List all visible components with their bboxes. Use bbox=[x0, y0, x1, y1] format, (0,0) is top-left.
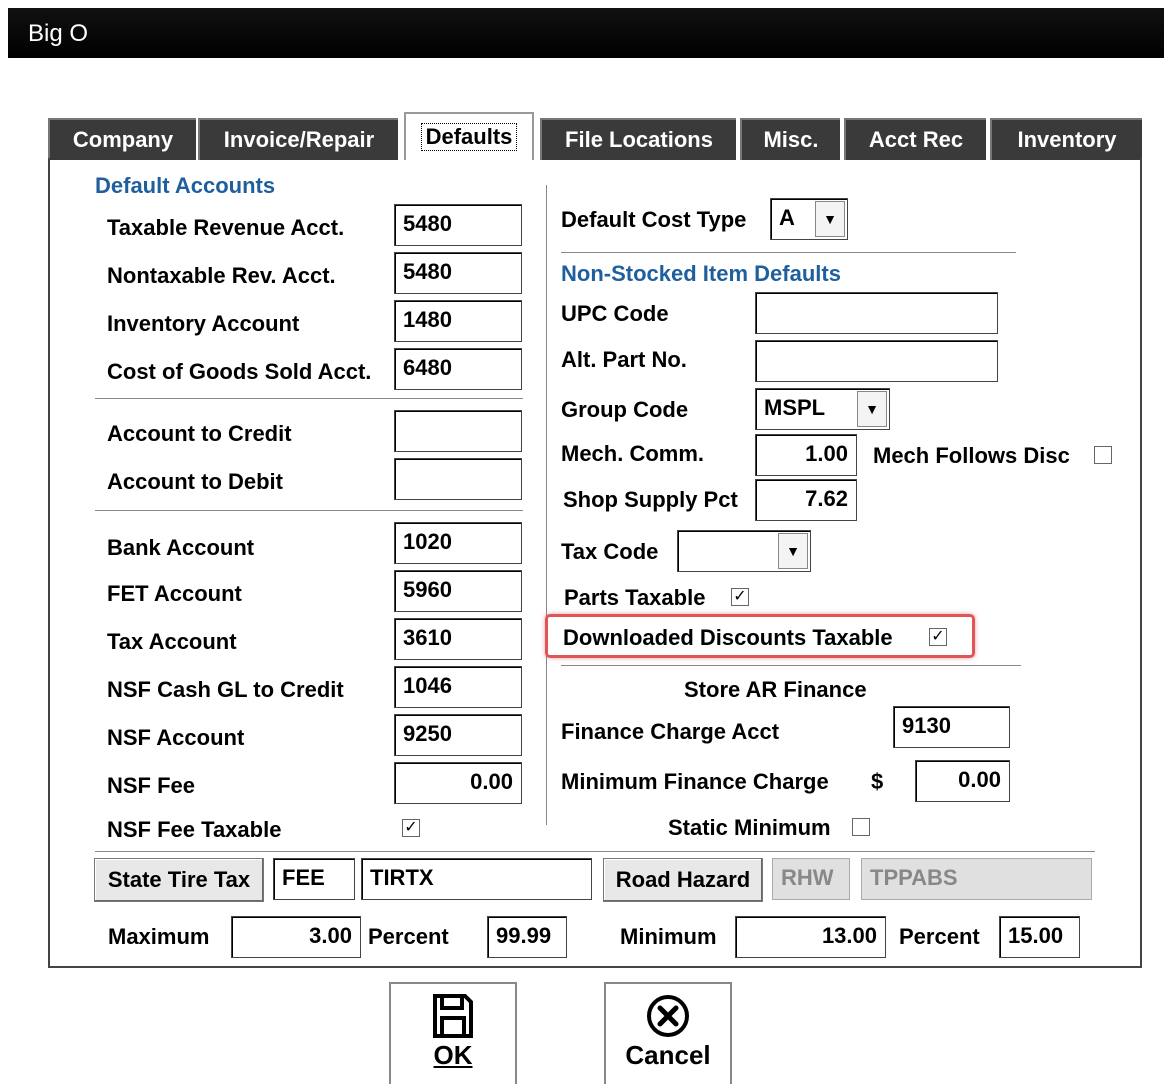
minimum-label: Minimum bbox=[620, 924, 717, 949]
divider bbox=[561, 665, 1021, 666]
fet-account-label: FET Account bbox=[107, 581, 242, 606]
mech-comm-field[interactable]: 1.00 bbox=[755, 434, 857, 476]
road-hazard-description-field: TPPABS bbox=[861, 858, 1092, 900]
chevron-down-icon[interactable]: ▼ bbox=[778, 533, 808, 569]
parts-taxable-label: Parts Taxable bbox=[564, 585, 706, 610]
tab-file-locations[interactable]: File Locations bbox=[540, 118, 736, 160]
cancel-icon bbox=[647, 995, 689, 1037]
tab-acct-rec[interactable]: Acct Rec bbox=[844, 118, 986, 160]
cogs-field[interactable]: 6480 bbox=[394, 348, 522, 390]
minimum-finance-charge-field[interactable]: 0.00 bbox=[915, 760, 1010, 802]
nsf-fee-label: NSF Fee bbox=[107, 773, 196, 798]
cogs-label: Cost of Goods Sold Acct. bbox=[107, 359, 372, 384]
divider bbox=[95, 510, 523, 511]
nsf-cash-gl-field[interactable]: 1046 bbox=[394, 666, 522, 708]
divider bbox=[95, 851, 1095, 852]
alt-part-no-field[interactable] bbox=[755, 340, 998, 382]
nsf-fee-field[interactable]: 0.00 bbox=[394, 762, 522, 804]
mech-follows-disc-label: Mech Follows Disc bbox=[873, 443, 1070, 468]
divider bbox=[561, 252, 1016, 253]
taxable-revenue-field[interactable]: 5480 bbox=[394, 204, 522, 246]
upc-code-field[interactable] bbox=[755, 292, 998, 334]
fet-account-field[interactable]: 5960 bbox=[394, 570, 522, 612]
finance-charge-acct-field[interactable]: 9130 bbox=[893, 706, 1010, 748]
static-minimum-label: Static Minimum bbox=[668, 815, 831, 840]
inventory-account-field[interactable]: 1480 bbox=[394, 300, 522, 342]
nsf-fee-taxable-label: NSF Fee Taxable bbox=[107, 817, 282, 842]
tax-code-select[interactable]: ▼ bbox=[677, 530, 811, 572]
ok-button[interactable]: OK bbox=[389, 982, 517, 1084]
state-tire-tax-code-field[interactable]: FEE bbox=[273, 858, 355, 900]
default-cost-type-select[interactable]: A ▼ bbox=[770, 198, 848, 240]
nsf-fee-taxable-checkbox[interactable]: ✓ bbox=[402, 819, 420, 837]
inventory-account-label: Inventory Account bbox=[107, 311, 300, 336]
percent2-label: Percent bbox=[899, 924, 980, 949]
taxable-revenue-label: Taxable Revenue Acct. bbox=[107, 215, 345, 240]
maximum-field[interactable]: 3.00 bbox=[231, 916, 361, 958]
bank-account-label: Bank Account bbox=[107, 535, 255, 560]
ok-label: OK bbox=[433, 1040, 473, 1070]
account-to-debit-label: Account to Debit bbox=[107, 469, 283, 494]
mech-comm-label: Mech. Comm. bbox=[561, 441, 705, 466]
mech-follows-disc-checkbox[interactable] bbox=[1094, 446, 1112, 464]
tax-account-field[interactable]: 3610 bbox=[394, 618, 522, 660]
percent-field[interactable]: 99.99 bbox=[487, 916, 567, 958]
alt-part-no-label: Alt. Part No. bbox=[561, 347, 687, 372]
cancel-button[interactable]: Cancel bbox=[604, 982, 732, 1084]
account-to-debit-field[interactable] bbox=[394, 458, 522, 500]
shop-supply-pct-field[interactable]: 7.62 bbox=[755, 479, 857, 521]
finance-charge-acct-label: Finance Charge Acct bbox=[561, 719, 780, 744]
state-tire-tax-description-field[interactable]: TIRTX bbox=[361, 858, 592, 900]
bank-account-field[interactable]: 1020 bbox=[394, 522, 522, 564]
default-accounts-heading: Default Accounts bbox=[95, 173, 276, 198]
nsf-account-label: NSF Account bbox=[107, 725, 245, 750]
divider bbox=[95, 398, 523, 399]
nsf-cash-gl-label: NSF Cash GL to Credit bbox=[107, 677, 344, 702]
group-code-label: Group Code bbox=[561, 397, 689, 422]
store-ar-finance-heading: Store AR Finance bbox=[684, 677, 867, 702]
nontaxable-revenue-label: Nontaxable Rev. Acct. bbox=[107, 263, 336, 288]
default-cost-type-label: Default Cost Type bbox=[561, 207, 747, 232]
save-icon bbox=[433, 994, 473, 1038]
minimum-field[interactable]: 13.00 bbox=[735, 916, 886, 958]
window-title: Big O bbox=[28, 20, 89, 47]
tab-misc[interactable]: Misc. bbox=[740, 118, 840, 160]
tab-inventory[interactable]: Inventory bbox=[990, 118, 1142, 160]
maximum-label: Maximum bbox=[108, 924, 210, 949]
column-divider bbox=[546, 185, 547, 825]
parts-taxable-checkbox[interactable]: ✓ bbox=[731, 588, 749, 606]
upc-code-label: UPC Code bbox=[561, 301, 669, 326]
cancel-label: Cancel bbox=[625, 1040, 711, 1070]
minimum-finance-charge-label: Minimum Finance Charge bbox=[561, 769, 829, 794]
state-tire-tax-button[interactable]: State Tire Tax bbox=[94, 858, 264, 902]
downloaded-discounts-taxable-label: Downloaded Discounts Taxable bbox=[563, 625, 893, 650]
group-code-select[interactable]: MSPL ▼ bbox=[755, 388, 890, 430]
chevron-down-icon[interactable]: ▼ bbox=[815, 201, 845, 237]
tab-defaults[interactable]: Defaults bbox=[404, 112, 534, 160]
downloaded-discounts-taxable-checkbox[interactable]: ✓ bbox=[929, 628, 947, 646]
title-bar: Big O bbox=[8, 8, 1164, 58]
tax-account-label: Tax Account bbox=[107, 629, 237, 654]
account-to-credit-field[interactable] bbox=[394, 410, 522, 452]
non-stocked-heading: Non-Stocked Item Defaults bbox=[561, 261, 841, 286]
road-hazard-code-field: RHW bbox=[772, 858, 850, 900]
account-to-credit-label: Account to Credit bbox=[107, 421, 292, 446]
percent2-field[interactable]: 15.00 bbox=[999, 916, 1080, 958]
percent-label: Percent bbox=[368, 924, 449, 949]
road-hazard-button[interactable]: Road Hazard bbox=[603, 858, 763, 902]
tax-code-label: Tax Code bbox=[561, 539, 659, 564]
currency-symbol: $ bbox=[871, 769, 884, 794]
nontaxable-revenue-field[interactable]: 5480 bbox=[394, 252, 522, 294]
tab-invoice-repair[interactable]: Invoice/Repair bbox=[198, 118, 398, 160]
nsf-account-field[interactable]: 9250 bbox=[394, 714, 522, 756]
static-minimum-checkbox[interactable] bbox=[852, 818, 870, 836]
tab-company[interactable]: Company bbox=[48, 118, 196, 160]
shop-supply-pct-label: Shop Supply Pct bbox=[563, 487, 738, 512]
chevron-down-icon[interactable]: ▼ bbox=[857, 391, 887, 427]
